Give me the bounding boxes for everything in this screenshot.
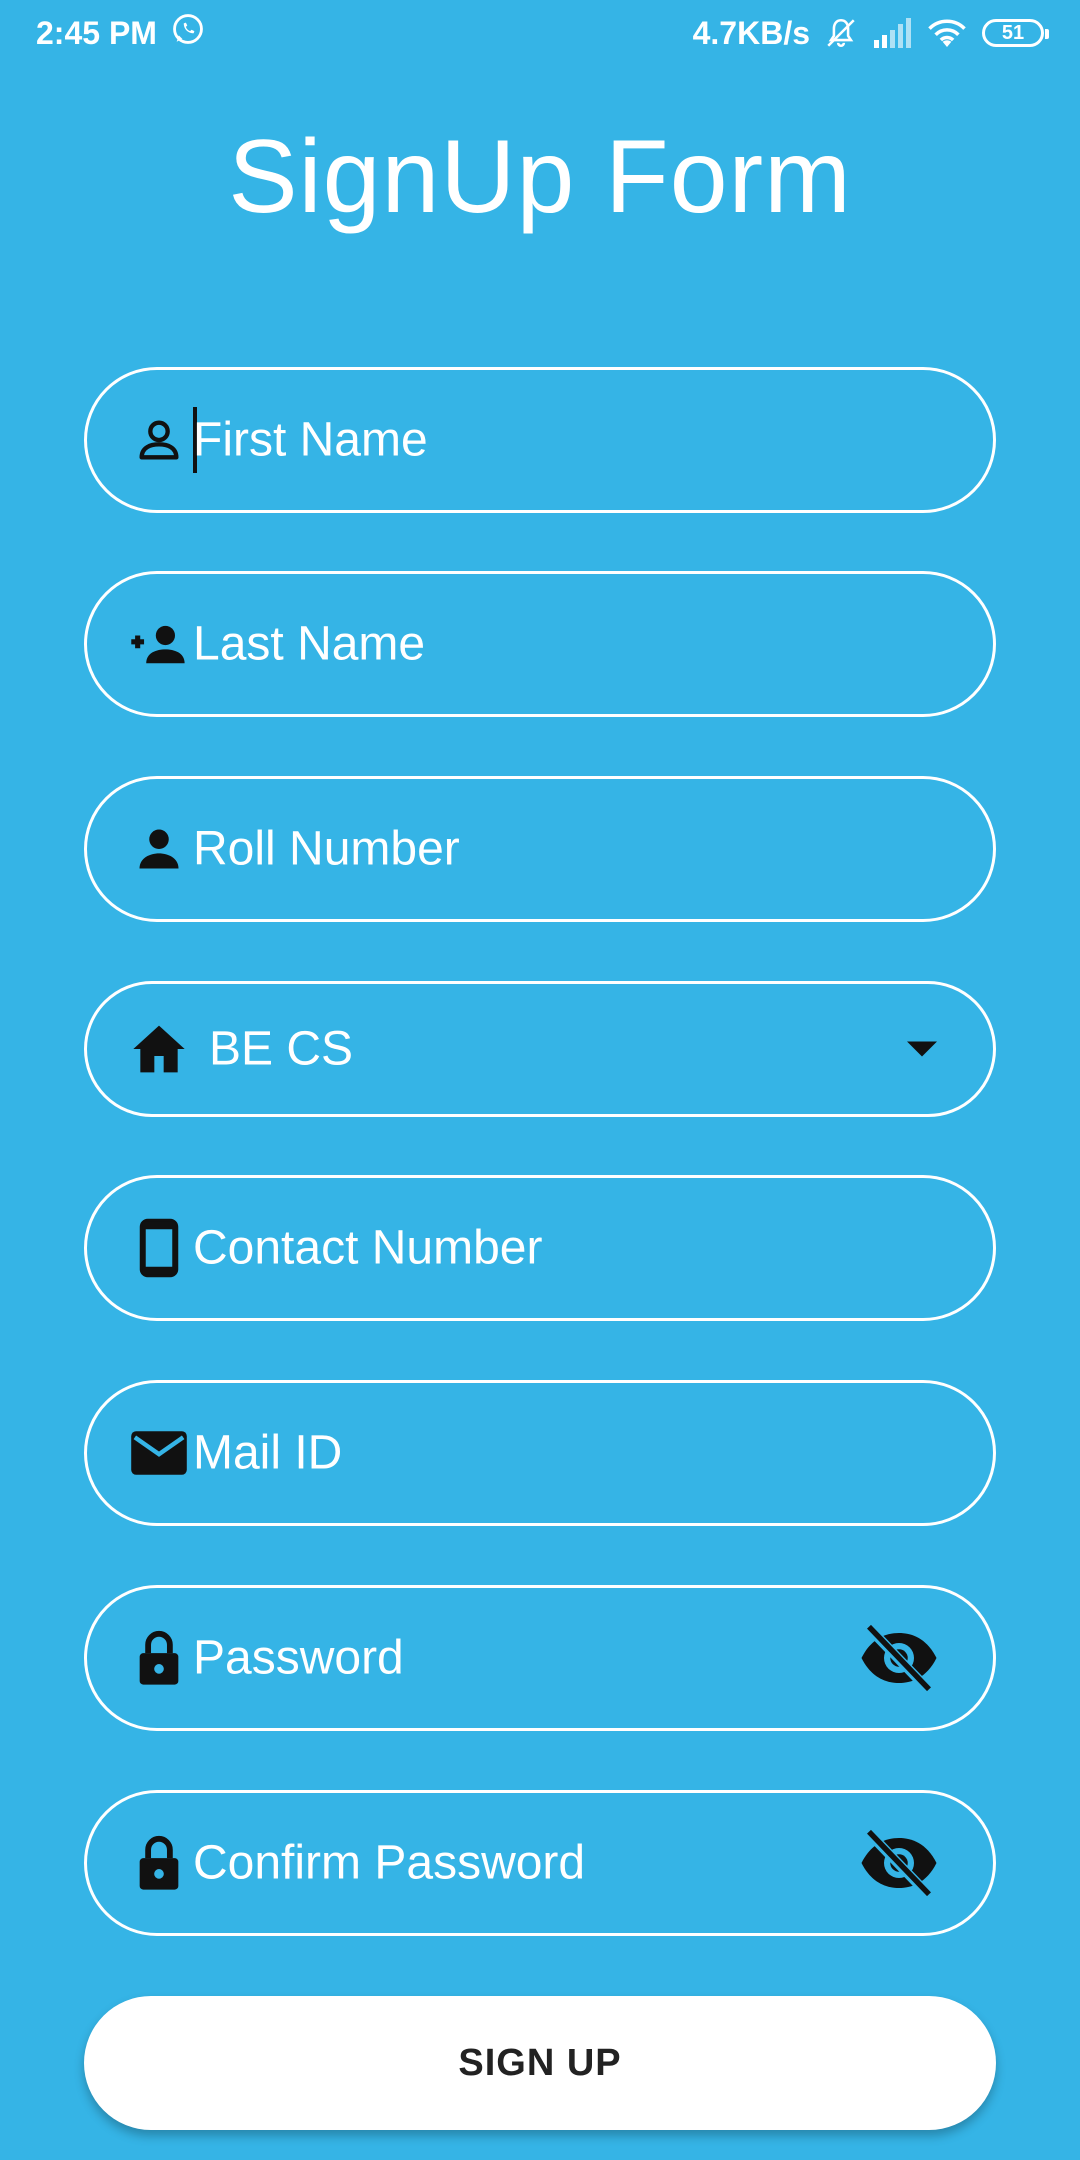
lock-icon <box>127 1626 191 1690</box>
signup-button[interactable]: SIGN UP <box>84 1996 996 2130</box>
lock-icon <box>127 1831 191 1895</box>
battery-level: 51 <box>1001 21 1025 44</box>
home-icon <box>127 1017 191 1081</box>
status-left: 2:45 PM <box>36 12 205 54</box>
battery-icon: 51 <box>982 19 1049 47</box>
department-dropdown[interactable]: BE CS <box>84 981 996 1117</box>
roll-number-field[interactable]: Roll Number <box>84 776 996 922</box>
wifi-icon <box>926 17 968 49</box>
visibility-off-icon[interactable] <box>857 1616 941 1700</box>
network-speed: 4.7KB/s <box>692 14 810 51</box>
page-title: SignUp Form <box>228 119 852 235</box>
contact-number-field[interactable]: Contact Number <box>84 1175 996 1321</box>
chevron-down-icon[interactable] <box>907 1041 937 1057</box>
contact-number-placeholder: Contact Number <box>193 1221 543 1275</box>
visibility-off-icon[interactable] <box>857 1821 941 1905</box>
status-right: 4.7KB/s 51 <box>692 14 1049 52</box>
password-placeholder: Password <box>193 1631 404 1685</box>
signal-icon <box>872 18 912 48</box>
password-field[interactable]: Password <box>84 1585 996 1731</box>
status-time: 2:45 PM <box>36 14 157 51</box>
mail-id-placeholder: Mail ID <box>193 1426 343 1480</box>
first-name-field[interactable]: First Name <box>84 367 996 513</box>
mail-id-field[interactable]: Mail ID <box>84 1380 996 1526</box>
roll-number-placeholder: Roll Number <box>193 822 460 876</box>
person-icon <box>127 817 191 881</box>
person-outline-icon <box>127 408 191 472</box>
mail-icon <box>127 1421 191 1485</box>
confirm-password-field[interactable]: Confirm Password <box>84 1790 996 1936</box>
phone-icon <box>127 1216 191 1280</box>
department-selected-value: BE CS <box>209 1022 354 1076</box>
first-name-placeholder: First Name <box>193 413 428 467</box>
confirm-password-placeholder: Confirm Password <box>193 1836 586 1890</box>
last-name-field[interactable]: Last Name <box>84 571 996 717</box>
last-name-placeholder: Last Name <box>193 617 426 671</box>
notifications-off-icon <box>824 16 858 50</box>
whatsapp-icon <box>171 12 205 54</box>
status-bar: 2:45 PM 4.7KB/s 51 <box>0 0 1080 66</box>
person-add-icon <box>127 612 191 676</box>
